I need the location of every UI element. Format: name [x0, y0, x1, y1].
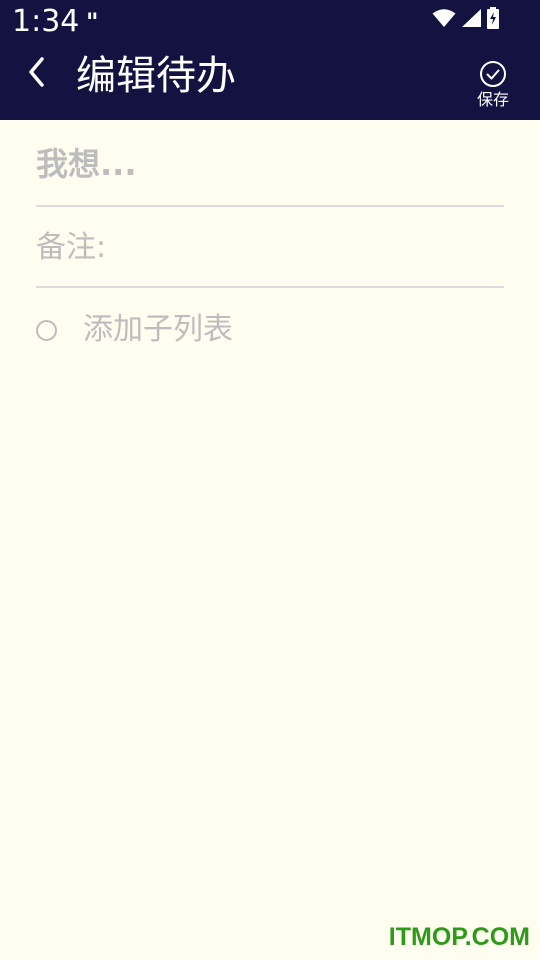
add-subtask-label: 添加子列表	[83, 312, 233, 347]
top-app-bar: 1:34 " 编辑待办 保存	[0, 0, 540, 120]
status-icons	[432, 7, 500, 29]
status-time: 1:34	[12, 4, 80, 39]
save-button[interactable]: 保存	[468, 60, 518, 114]
radio-circle-icon	[36, 319, 57, 341]
notification-icon: "	[86, 8, 99, 36]
page-title: 编辑待办	[76, 53, 236, 99]
wifi-icon	[432, 9, 456, 27]
chevron-left-icon	[29, 57, 44, 87]
signal-icon	[462, 9, 481, 27]
divider	[36, 205, 504, 207]
todo-title-input[interactable]: 我想...	[36, 140, 504, 188]
watermark-logo: ITMOP.COM	[388, 923, 530, 951]
add-subtask-button[interactable]: 添加子列表	[36, 306, 504, 354]
check-circle-icon	[480, 61, 506, 87]
divider	[36, 286, 504, 288]
back-button[interactable]	[18, 52, 54, 92]
note-input[interactable]: 备注:	[36, 224, 504, 272]
save-label: 保存	[476, 90, 509, 109]
battery-charging-icon	[487, 7, 499, 29]
